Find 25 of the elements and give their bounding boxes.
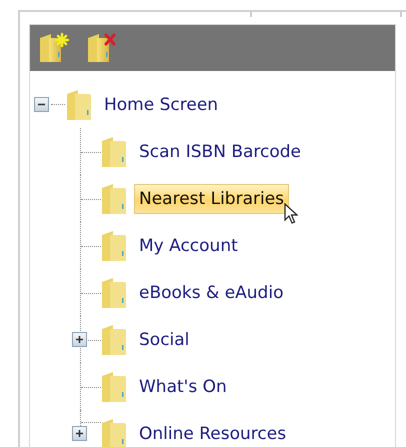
folder-icon [102, 136, 126, 166]
folder-icon [102, 324, 126, 354]
tree-item[interactable]: Online Resources [134, 418, 292, 447]
folder-icon [67, 90, 91, 120]
connector-line [80, 128, 101, 175]
cursor-icon [284, 202, 298, 224]
add-folder-button[interactable] [38, 31, 70, 65]
folder-icon [102, 230, 126, 260]
folder-icon [102, 418, 126, 447]
delete-folder-button[interactable] [86, 31, 118, 65]
folder-icon [102, 278, 126, 308]
expand-icon[interactable] [72, 426, 87, 441]
tree-item[interactable]: What's On [134, 372, 232, 402]
tree-item[interactable]: eBooks & eAudio [134, 278, 288, 308]
folder-icon [102, 184, 126, 214]
expand-icon[interactable] [72, 332, 87, 347]
connector-line [80, 269, 101, 316]
collapse-icon[interactable] [34, 97, 49, 112]
tree-item[interactable]: Scan ISBN Barcode [134, 136, 306, 166]
folder-icon [102, 372, 126, 402]
connector-line [80, 175, 101, 222]
tree-item[interactable]: Home Screen [99, 90, 224, 120]
tree-item[interactable]: My Account [134, 230, 243, 260]
tree-item[interactable]: Social [134, 324, 194, 354]
connector-line [80, 222, 101, 269]
